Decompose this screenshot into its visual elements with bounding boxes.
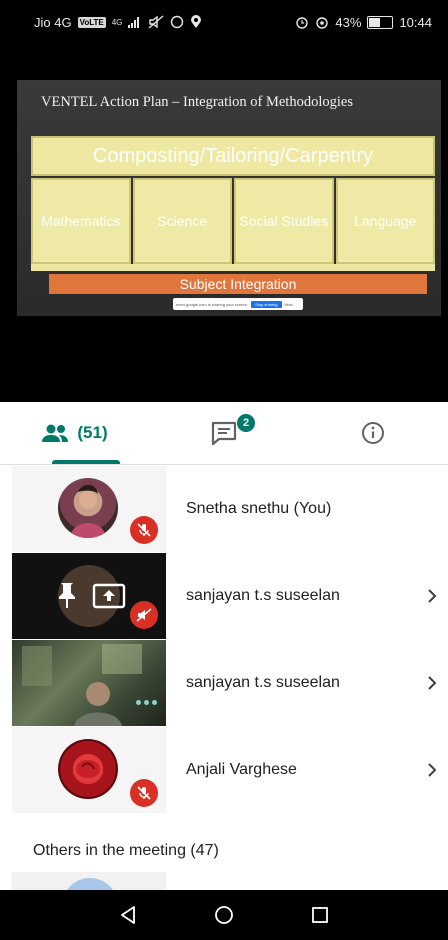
participant-list: Snetha snethu (You) sanjayan t.s suseela… <box>0 466 448 814</box>
subject-box-science: Science <box>132 178 232 264</box>
muted-mic-icon <box>130 516 158 544</box>
participant-tile <box>12 553 166 639</box>
location-icon <box>191 15 202 28</box>
others-heading: Others in the meeting (47) <box>33 842 219 859</box>
muted-speaker-icon <box>130 601 158 629</box>
status-right: 43% 10:44 <box>295 15 432 30</box>
chevron-right-icon[interactable] <box>426 640 438 726</box>
battery-icon <box>367 15 394 29</box>
subject-integration-label: Subject Integration <box>49 274 427 294</box>
participant-name: Snetha snethu (You) <box>186 500 332 517</box>
alarm-icon <box>296 17 309 29</box>
back-icon[interactable] <box>117 904 139 926</box>
recents-icon[interactable] <box>309 904 331 926</box>
chat-icon <box>211 421 236 445</box>
slide-title: VENTEL Action Plan – Integration of Meth… <box>41 94 353 110</box>
video-feed <box>22 644 142 726</box>
whatsapp-icon <box>171 15 184 29</box>
status-left: Jio 4G VoLTE 4G <box>34 15 202 30</box>
carrier-label: Jio 4G <box>34 14 72 30</box>
avatar <box>58 478 118 538</box>
participant-name: sanjayan t.s suseelan <box>186 587 340 604</box>
system-nav-bar <box>0 890 448 940</box>
participant-tile <box>12 727 166 813</box>
presenting-icon <box>92 583 126 609</box>
screen-share-view[interactable]: VENTEL Action Plan – Integration of Meth… <box>0 44 448 402</box>
participant-row[interactable]: Snetha snethu (You) <box>0 466 448 552</box>
subject-box-social-studies: Social Studies <box>234 178 334 264</box>
slide-band <box>31 264 435 271</box>
avatar <box>62 878 118 890</box>
speaking-indicator <box>136 700 157 705</box>
people-count: (51) <box>77 423 108 442</box>
slide-main-box: Composting/Tailoring/Carpentry <box>31 136 435 176</box>
stop-sharing-button[interactable]: Stop sharing <box>251 300 282 308</box>
participant-tile[interactable] <box>12 872 166 890</box>
participant-row[interactable]: sanjayan t.s suseelan <box>0 553 448 639</box>
share-notice-bar: meet.google.com is sharing your screen. … <box>173 298 303 310</box>
participant-tile <box>12 466 166 552</box>
people-icon <box>42 424 69 442</box>
signal-icon <box>128 17 140 28</box>
participant-name: sanjayan t.s suseelan <box>186 674 340 691</box>
chevron-right-icon[interactable] <box>426 727 438 813</box>
participant-video-tile <box>12 640 166 726</box>
muted-mic-icon <box>130 779 158 807</box>
chat-unread-badge: 2 <box>237 414 255 432</box>
eye-icon <box>316 17 329 29</box>
participant-row[interactable]: Anjali Varghese <box>0 727 448 813</box>
status-bar: Jio 4G VoLTE 4G 43% 10:44 <box>0 0 448 44</box>
home-icon[interactable] <box>213 904 235 926</box>
subject-row: Mathematics Science Social Studies Langu… <box>31 178 435 264</box>
participant-row[interactable]: sanjayan t.s suseelan <box>0 640 448 726</box>
participant-name: Anjali Varghese <box>186 761 297 778</box>
mute-icon <box>148 15 164 29</box>
volte-badge: VoLTE <box>77 16 106 28</box>
subject-box-language: Language <box>335 178 435 264</box>
tab-chat[interactable]: 2 <box>149 402 298 464</box>
slide: VENTEL Action Plan – Integration of Meth… <box>17 80 441 316</box>
avatar <box>58 739 118 799</box>
network-label: 4G <box>111 17 123 27</box>
subject-box-mathematics: Mathematics <box>31 178 131 264</box>
hide-button[interactable]: Hide <box>285 302 293 307</box>
active-tab-indicator <box>52 460 120 464</box>
battery-percent: 43% <box>335 14 362 30</box>
info-icon <box>361 422 384 444</box>
share-notice-text: meet.google.com is sharing your screen. <box>176 301 249 307</box>
panel-tabs: (51) 2 <box>0 402 448 465</box>
tab-info[interactable] <box>298 402 447 464</box>
clock: 10:44 <box>399 14 432 30</box>
chevron-right-icon[interactable] <box>426 553 438 639</box>
pin-icon <box>59 583 75 608</box>
tab-people[interactable]: (51) <box>0 402 149 464</box>
